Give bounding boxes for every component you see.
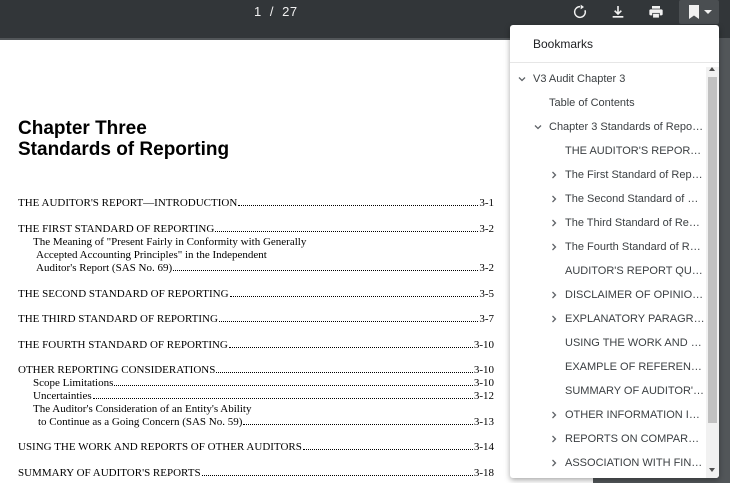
chapter-title-line2: Standards of Reporting: [18, 139, 230, 160]
download-button[interactable]: [602, 0, 634, 24]
bookmark-item[interactable]: THE AUDITOR'S REPORT—INTRODUCTION: [510, 139, 706, 163]
bookmark-item[interactable]: The Third Standard of Reporting: [510, 211, 706, 235]
toc-entry: Accepted Accounting Principles" in the I…: [36, 249, 267, 261]
scrollbar-thumb[interactable]: [708, 77, 717, 423]
chevron-right-icon[interactable]: [549, 290, 559, 300]
toc-entry: THE SECOND STANDARD OF REPORTING 3-5: [18, 288, 494, 300]
bookmark-item[interactable]: ASSOCIATION WITH FINANCIAL: [510, 451, 706, 475]
page-separator: /: [269, 4, 274, 19]
bookmark-icon: [688, 5, 699, 19]
bookmark-item[interactable]: V3 Audit Chapter 3: [510, 67, 706, 91]
print-icon: [649, 6, 663, 19]
toc-entry: THE FOURTH STANDARD OF REPORTING 3-10: [18, 339, 494, 351]
bookmark-item[interactable]: EXAMPLE OF REFERENCE TO: [510, 355, 706, 379]
bookmark-item[interactable]: Chapter 3 Standards of Reporting: [510, 115, 706, 139]
toc-entry: to Continue as a Going Concern (SAS No. …: [38, 416, 494, 428]
print-button[interactable]: [640, 0, 672, 24]
page-counter: 1 / 27: [254, 4, 298, 19]
bookmark-item[interactable]: AUDITOR'S REPORT QUALIFICATIONS: [510, 259, 706, 283]
caret-down-icon: [703, 10, 712, 14]
page-current[interactable]: 1: [254, 4, 262, 19]
bookmark-item[interactable]: REPORTS ON COMPARATIVE: [510, 427, 706, 451]
toc-entry: USING THE WORK AND REPORTS OF OTHER AUDI…: [18, 441, 494, 453]
toc-entry: Scope Limitations 3-10: [33, 377, 494, 389]
bookmarks-divider: [510, 62, 719, 63]
chevron-right-icon[interactable]: [549, 242, 559, 252]
bookmarks-header: Bookmarks: [533, 37, 594, 51]
document-page: Chapter Three Standards of Reporting THE…: [0, 40, 593, 483]
bookmark-item[interactable]: Table of Contents: [510, 91, 706, 115]
chevron-right-icon[interactable]: [549, 194, 559, 204]
toc-entry: Uncertainties 3-12: [33, 390, 494, 402]
bookmarks-list: V3 Audit Chapter 3 Table of Contents Cha…: [510, 67, 706, 478]
bookmark-item[interactable]: The Second Standard of Reporting: [510, 187, 706, 211]
bookmark-item[interactable]: DISCLAIMER OF OPINION FOR SCOPE: [510, 283, 706, 307]
scroll-down-arrow-icon[interactable]: [709, 468, 715, 472]
chevron-right-icon[interactable]: [549, 410, 559, 420]
toc-entry: THE THIRD STANDARD OF REPORTING 3-7: [18, 313, 494, 325]
bookmarks-scrollbar[interactable]: [706, 67, 719, 478]
toc-entry: OTHER REPORTING CONSIDERATIONS 3-10: [18, 364, 494, 376]
chevron-right-icon[interactable]: [549, 314, 559, 324]
rotate-button[interactable]: [564, 0, 596, 24]
chapter-title: Chapter Three Standards of Reporting: [18, 118, 229, 160]
bookmark-item[interactable]: The First Standard of Reporting: [510, 163, 706, 187]
bookmark-item[interactable]: USING THE WORK AND REPORTS: [510, 331, 706, 355]
chevron-right-icon[interactable]: [549, 434, 559, 444]
toc-entry: Auditor's Report (SAS No. 69) 3-2: [36, 262, 494, 274]
download-icon: [612, 6, 624, 18]
chevron-down-icon[interactable]: [533, 122, 543, 132]
chevron-right-icon[interactable]: [549, 458, 559, 468]
bookmark-item[interactable]: SUMMARY OF AUDITOR'S REPORTS: [510, 379, 706, 403]
chevron-right-icon[interactable]: [549, 170, 559, 180]
page-total: 27: [282, 4, 298, 19]
bookmark-item[interactable]: The Fourth Standard of Reporting: [510, 235, 706, 259]
scroll-up-arrow-icon[interactable]: [709, 67, 715, 71]
bookmarks-panel: Bookmarks V3 Audit Chapter 3 Table of Co…: [510, 25, 719, 478]
bookmark-item[interactable]: EXPLANATORY PARAGRAPHS: [510, 307, 706, 331]
chevron-down-icon[interactable]: [517, 74, 527, 84]
toc-entry: The Auditor's Consideration of an Entity…: [33, 403, 252, 415]
toc-entry: The Meaning of "Present Fairly in Confor…: [33, 236, 307, 248]
rotate-icon: [573, 4, 587, 19]
toc-entry: THE AUDITOR'S REPORT—INTRODUCTION 3-1: [18, 197, 494, 209]
toc-entry: SUMMARY OF AUDITOR'S REPORTS 3-18: [18, 467, 494, 479]
chapter-title-line1: Chapter Three: [18, 118, 147, 139]
toc-entry: THE FIRST STANDARD OF REPORTING 3-2: [18, 223, 494, 235]
bookmark-item[interactable]: OTHER INFORMATION IN DOCUMENTS: [510, 403, 706, 427]
chevron-right-icon[interactable]: [549, 218, 559, 228]
bookmarks-toggle-button[interactable]: [679, 0, 719, 24]
